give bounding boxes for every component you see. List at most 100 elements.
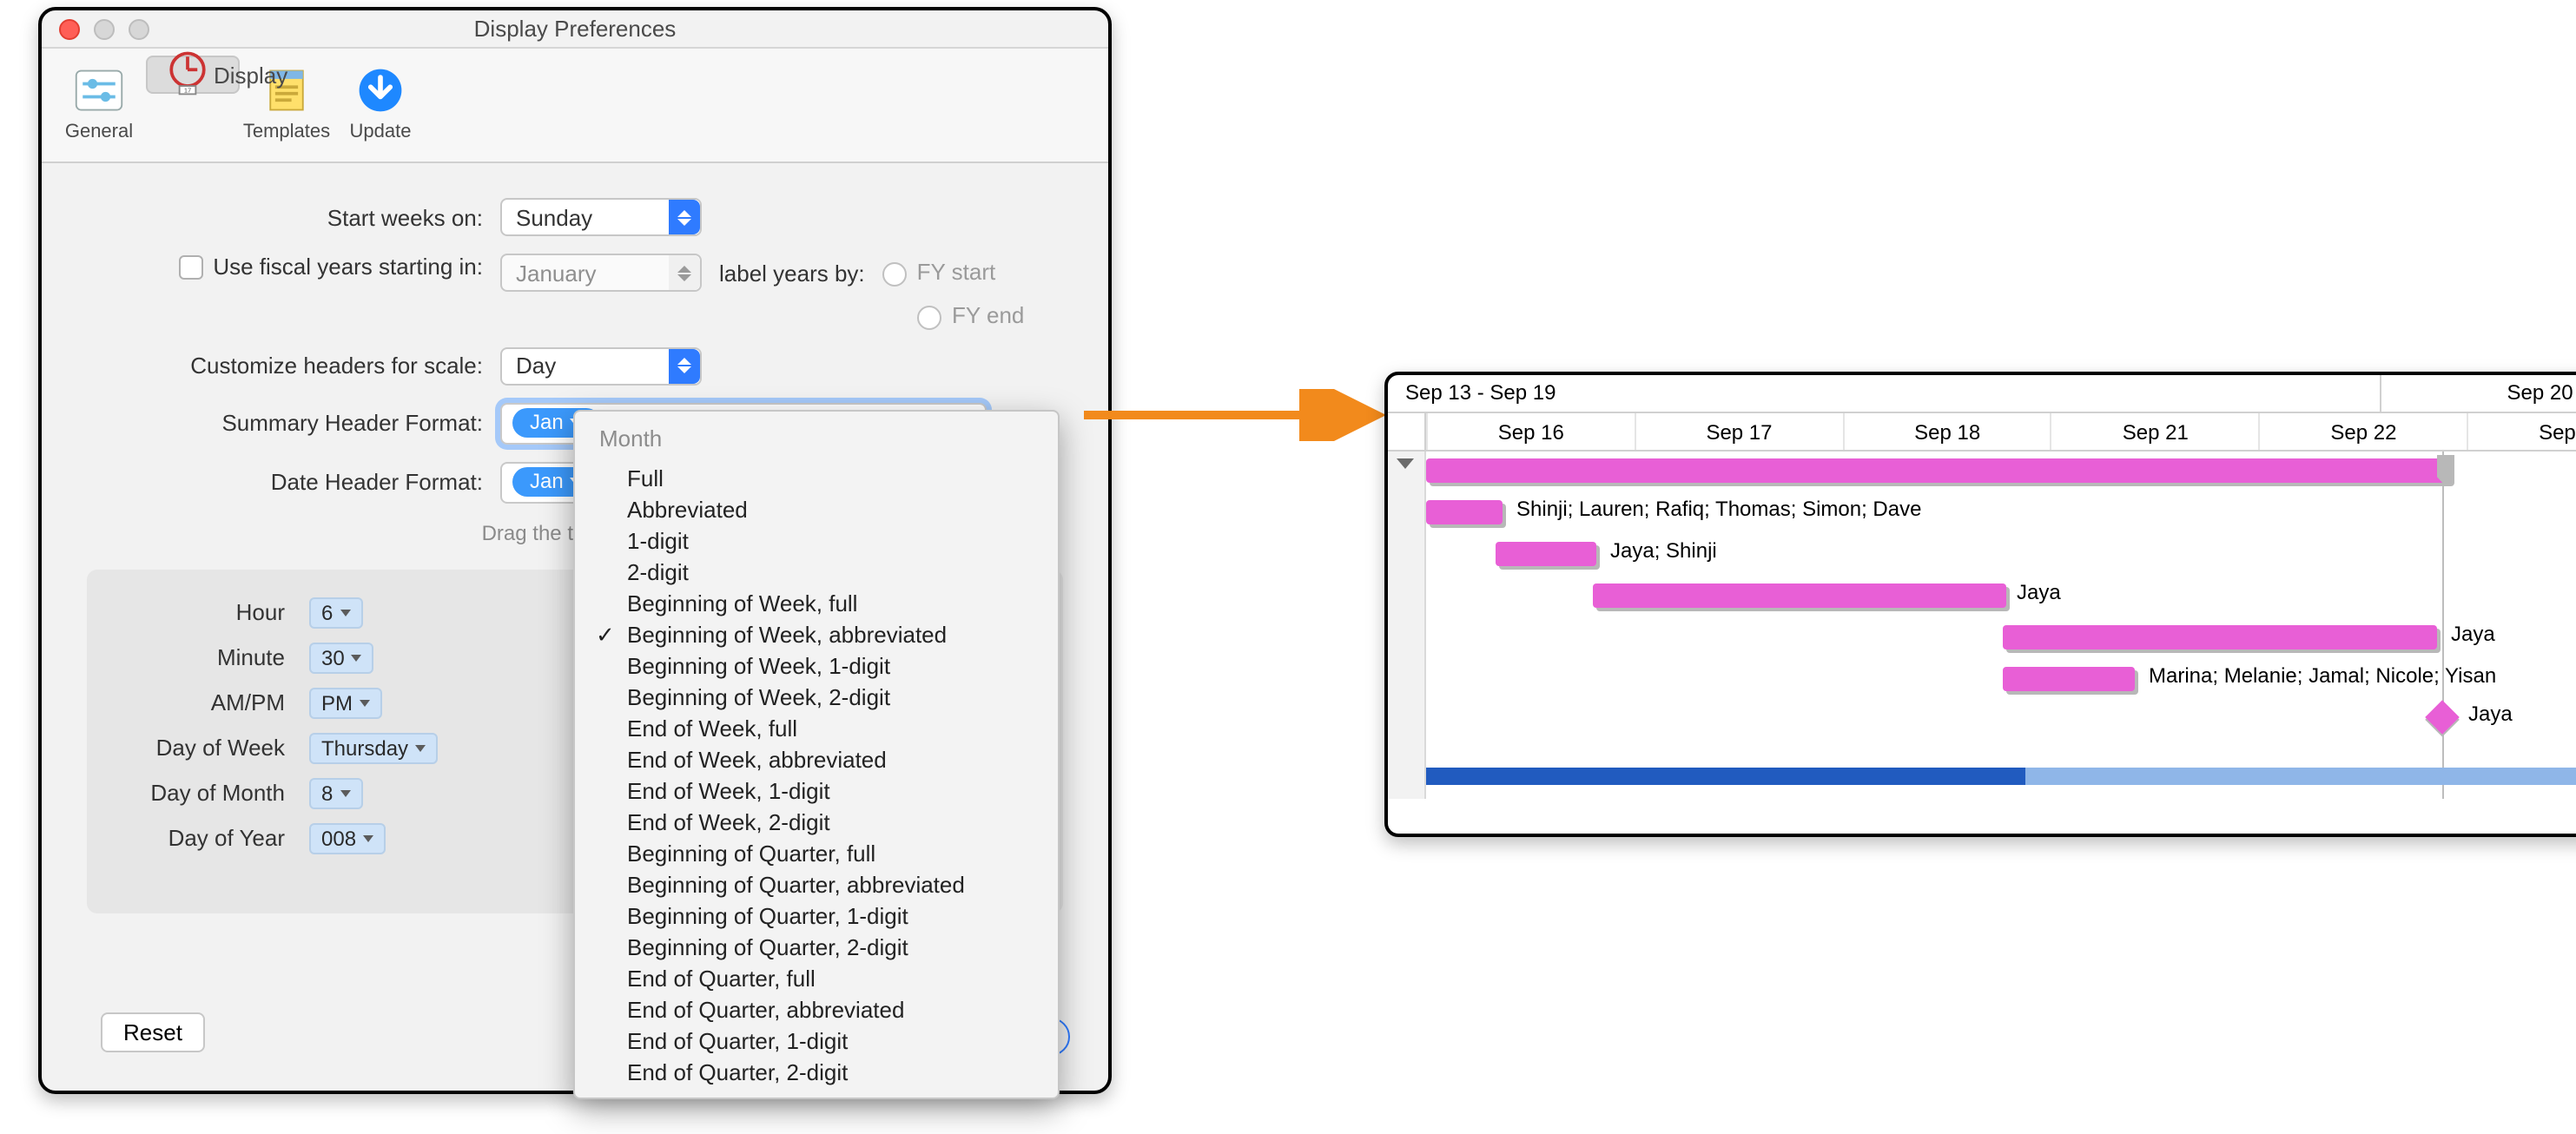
menu-item[interactable]: Abbreviated: [575, 493, 1058, 524]
minute-label: Minute: [118, 644, 309, 670]
chevron-down-icon: [360, 699, 370, 706]
date-header-label: Date Header Format:: [83, 469, 500, 495]
milestone[interactable]: [2425, 700, 2460, 735]
chevron-down-icon: [415, 744, 426, 751]
fy-start-radio[interactable]: [882, 262, 907, 287]
tab-label: Update: [350, 122, 412, 142]
gantt-preview: Sep 13 - Sep 19 Sep 20 - Sep 26 Sep 16 S…: [1384, 372, 2576, 837]
menu-item[interactable]: End of Quarter, abbreviated: [575, 993, 1058, 1025]
tab-label: Templates: [243, 122, 330, 142]
fy-end-label: FY end: [952, 302, 1024, 328]
task-bar[interactable]: [1496, 542, 1596, 566]
task-bar[interactable]: [2003, 667, 2135, 691]
menu-item[interactable]: Beginning of Quarter, 1-digit: [575, 900, 1058, 931]
range-left: Sep 13 - Sep 19: [1388, 375, 2380, 412]
tab-label: General: [65, 122, 133, 142]
menu-item[interactable]: Beginning of Week, full: [575, 587, 1058, 618]
label-years-label: label years by:: [719, 260, 865, 286]
dow-label: Day of Week: [118, 735, 309, 761]
day-col: Sep 22: [2259, 413, 2467, 450]
tab-general[interactable]: General: [52, 56, 146, 162]
traffic-lights: [59, 19, 149, 40]
summary-header-label: Summary Header Format:: [83, 410, 500, 436]
chip-text: 6: [321, 600, 333, 624]
scale-value: Day: [516, 353, 556, 379]
ampm-chip[interactable]: PM: [309, 687, 382, 718]
scale-select[interactable]: Day: [500, 346, 702, 385]
sliders-icon: [71, 63, 127, 118]
window-title: Display Preferences: [42, 10, 1108, 49]
task-bar[interactable]: [2003, 625, 2437, 649]
task-bar[interactable]: [1593, 583, 2006, 608]
day-col: Sep 23: [2467, 413, 2576, 450]
range-right: Sep 20 - Sep 26: [2380, 375, 2576, 412]
tab-display[interactable]: 17 Display: [146, 56, 240, 94]
chip-text: 8: [321, 781, 333, 805]
scale-label: Customize headers for scale:: [83, 353, 500, 379]
doy-label: Day of Year: [118, 825, 309, 851]
token-text: Jan: [530, 469, 564, 493]
menu-item[interactable]: Beginning of Quarter, abbreviated: [575, 868, 1058, 900]
menu-item[interactable]: Beginning of Quarter, 2-digit: [575, 931, 1058, 962]
menu-item[interactable]: 2-digit: [575, 556, 1058, 587]
disclosure-icon[interactable]: [1397, 458, 1414, 469]
dom-label: Day of Month: [118, 780, 309, 806]
menu-item[interactable]: End of Week, 2-digit: [575, 806, 1058, 837]
minimize-icon[interactable]: [94, 19, 115, 40]
tab-update[interactable]: Update: [334, 56, 427, 162]
task-label: Jaya; Shinji: [1610, 538, 1717, 563]
tab-label: Display: [214, 62, 287, 88]
menu-item[interactable]: Beginning of Week, abbreviated: [575, 618, 1058, 649]
gantt-body: Shinji; Lauren; Rafiq; Thomas; Simon; Da…: [1388, 452, 2576, 799]
close-icon[interactable]: [59, 19, 80, 40]
chevron-down-icon: [352, 654, 362, 661]
task-bar[interactable]: [1426, 500, 1503, 524]
progress-bar: [1426, 768, 2576, 785]
chip-text: PM: [321, 690, 353, 715]
fy-end-radio[interactable]: [917, 305, 941, 329]
menu-item[interactable]: End of Week, 1-digit: [575, 775, 1058, 806]
update-icon: [353, 63, 408, 118]
gantt-gutter: [1388, 452, 1426, 799]
minute-chip[interactable]: 30: [309, 642, 374, 673]
day-col: Sep 21: [2051, 413, 2259, 450]
menu-item[interactable]: Full: [575, 462, 1058, 493]
progress-fill: [1426, 768, 2025, 785]
menu-item[interactable]: Beginning of Week, 1-digit: [575, 649, 1058, 681]
gantt-date-header: Sep 16 Sep 17 Sep 18 Sep 21 Sep 22 Sep 2…: [1388, 413, 2576, 452]
task-label: Marina; Melanie; Jamal; Nicole; Yisan: [2149, 663, 2496, 688]
reset-button[interactable]: Reset: [101, 1012, 205, 1052]
menu-item[interactable]: End of Quarter, full: [575, 962, 1058, 993]
menu-item[interactable]: End of Week, full: [575, 712, 1058, 743]
task-label: Jaya: [2451, 622, 2495, 646]
fiscal-month-select[interactable]: January: [500, 254, 702, 292]
task-label: Jaya: [2468, 702, 2513, 726]
chevron-down-icon: [363, 834, 373, 841]
menu-item[interactable]: End of Week, abbreviated: [575, 743, 1058, 775]
fiscal-label: Use fiscal years starting in:: [213, 254, 483, 280]
start-weeks-label: Start weeks on:: [83, 204, 500, 230]
menu-item[interactable]: Beginning of Quarter, full: [575, 837, 1058, 868]
fiscal-checkbox[interactable]: [178, 254, 202, 279]
day-col: Sep 16: [1426, 413, 1635, 450]
titlebar: Display Preferences: [42, 10, 1108, 49]
month-format-menu: Month FullAbbreviated1-digit2-digitBegin…: [573, 410, 1060, 1099]
chevron-down-icon: [340, 789, 350, 796]
chip-text: Thursday: [321, 735, 408, 760]
menu-item[interactable]: 1-digit: [575, 524, 1058, 556]
group-bar[interactable]: [1426, 458, 2451, 483]
start-weeks-select[interactable]: Sunday: [500, 198, 702, 236]
day-col: Sep 18: [1842, 413, 2051, 450]
menu-item[interactable]: End of Quarter, 2-digit: [575, 1056, 1058, 1087]
doy-chip[interactable]: 008: [309, 822, 386, 854]
start-weeks-value: Sunday: [516, 204, 592, 230]
chip-text: 30: [321, 645, 345, 669]
menu-item[interactable]: Beginning of Week, 2-digit: [575, 681, 1058, 712]
dow-chip[interactable]: Thursday: [309, 732, 438, 763]
dom-chip[interactable]: 8: [309, 777, 362, 808]
arrow-icon: [1077, 389, 1390, 441]
zoom-icon[interactable]: [129, 19, 149, 40]
token-text: Jan: [530, 410, 564, 434]
menu-item[interactable]: End of Quarter, 1-digit: [575, 1025, 1058, 1056]
hour-chip[interactable]: 6: [309, 597, 362, 628]
